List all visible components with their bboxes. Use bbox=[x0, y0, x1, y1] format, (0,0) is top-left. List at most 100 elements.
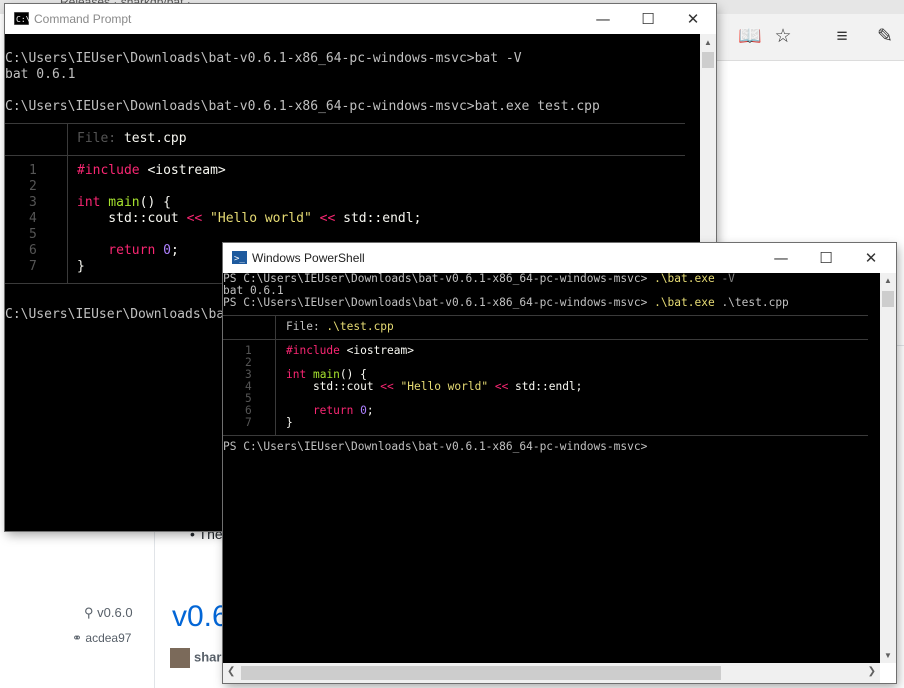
close-button[interactable]: ✕ bbox=[856, 247, 886, 269]
release-commit-label: acdea97 bbox=[85, 631, 132, 645]
line-number: 6 bbox=[29, 243, 37, 258]
reading-view-icon[interactable]: 📖 bbox=[738, 26, 762, 48]
cmd-window-title: Command Prompt bbox=[34, 12, 132, 26]
bat-grid-line bbox=[67, 123, 68, 155]
line-number: 7 bbox=[245, 416, 252, 429]
bat-grid-line bbox=[223, 435, 868, 436]
bat-file-name: .\test.cpp bbox=[326, 320, 394, 333]
ps-titlebar[interactable]: >_ Windows PowerShell — ☐ ✕ bbox=[223, 243, 896, 273]
release-title-link[interactable]: v0.6 bbox=[172, 600, 229, 634]
code-line: return 0; bbox=[286, 405, 374, 417]
bat-grid-line bbox=[67, 155, 68, 283]
svg-text:C:\: C:\ bbox=[16, 15, 29, 24]
semicolon: ; bbox=[170, 243, 179, 258]
release-author[interactable]: shar bbox=[170, 648, 221, 668]
line-number: 4 bbox=[29, 211, 37, 226]
return-keyword: return bbox=[77, 243, 156, 258]
main-rest: () { bbox=[139, 195, 171, 210]
bat-file-label: File: bbox=[286, 320, 327, 333]
stream-op: << bbox=[186, 211, 203, 226]
ps-argument: .\test.cpp bbox=[714, 296, 789, 309]
bat-file-name: test.cpp bbox=[123, 131, 187, 146]
return-value: 0 bbox=[353, 404, 367, 417]
release-commit-link[interactable]: ⚭ acdea97 bbox=[72, 631, 131, 645]
console-line: C:\Users\IEUser\Downloads\bat-v0.6.1-x86… bbox=[5, 51, 522, 66]
return-keyword: return bbox=[286, 404, 354, 417]
ps-horizontal-scrollbar[interactable]: ❮ ❯ bbox=[223, 663, 880, 683]
scrollbar-thumb[interactable] bbox=[882, 291, 894, 307]
console-line: bat 0.6.1 bbox=[5, 67, 76, 82]
cmd-titlebar[interactable]: C:\ Command Prompt — ☐ ✕ bbox=[5, 4, 716, 34]
stream-op: << bbox=[380, 380, 394, 393]
line-number: 2 bbox=[29, 179, 37, 194]
web-note-icon[interactable]: ✎ bbox=[874, 26, 896, 48]
semicolon: ; bbox=[366, 404, 374, 417]
avatar bbox=[170, 648, 190, 668]
main-function: main bbox=[100, 195, 140, 210]
code-line: std::cout << "Hello world" << std::endl; bbox=[286, 381, 582, 393]
release-tag-label: v0.6.0 bbox=[97, 605, 133, 620]
scrollbar-thumb[interactable] bbox=[702, 52, 714, 68]
release-author-name: shar bbox=[194, 649, 222, 665]
maximize-button[interactable]: ☐ bbox=[633, 8, 663, 30]
console-line: C:\Users\IEUser\Downloads\bat-v0.6.1-x86… bbox=[5, 99, 600, 114]
code-line: #include <iostream> bbox=[286, 345, 414, 357]
include-header: <iostream> bbox=[139, 163, 226, 178]
cout: std::cout bbox=[77, 211, 187, 226]
cout: std::cout bbox=[286, 380, 381, 393]
endl: std::endl; bbox=[335, 211, 422, 226]
include-keyword: #include bbox=[77, 163, 140, 178]
bat-grid-line bbox=[5, 123, 685, 124]
hello-string: "Hello world" bbox=[393, 380, 495, 393]
commit-icon: ⚭ bbox=[72, 631, 83, 645]
minimize-button[interactable]: — bbox=[588, 8, 618, 30]
ps-prompt: PS C:\Users\IEUser\Downloads\bat-v0.6.1-… bbox=[223, 296, 655, 309]
ps-console[interactable]: PS C:\Users\IEUser\Downloads\bat-v0.6.1-… bbox=[223, 273, 880, 663]
return-value: 0 bbox=[155, 243, 171, 258]
ps-vertical-scrollbar[interactable]: ▲ ▼ bbox=[880, 273, 896, 663]
bat-grid-line bbox=[5, 155, 685, 156]
code-line: } bbox=[286, 416, 293, 429]
line-number: 1 bbox=[29, 163, 37, 178]
code-line: int main() { bbox=[77, 195, 171, 211]
scrollbar-thumb[interactable] bbox=[241, 666, 721, 680]
hello-string: "Hello world" bbox=[202, 211, 320, 226]
console-line: PS C:\Users\IEUser\Downloads\bat-v0.6.1-… bbox=[223, 440, 648, 453]
ps-command: .\bat.exe bbox=[654, 273, 715, 285]
console-line: PS C:\Users\IEUser\Downloads\bat-v0.6.1-… bbox=[223, 297, 789, 309]
scroll-up-icon[interactable]: ▲ bbox=[704, 38, 712, 47]
scroll-right-icon[interactable]: ❯ bbox=[868, 666, 876, 677]
sidebar-divider bbox=[154, 520, 155, 688]
line-number: 5 bbox=[29, 227, 37, 242]
bat-grid-line bbox=[223, 315, 868, 316]
bat-grid-line bbox=[275, 315, 276, 339]
bat-grid-line bbox=[275, 339, 276, 435]
favorite-star-icon[interactable]: ☆ bbox=[772, 26, 794, 48]
browser-toolbar: 📖 ☆ ≡ ✎ bbox=[716, 14, 904, 61]
scroll-up-icon[interactable]: ▲ bbox=[884, 276, 892, 285]
hub-icon[interactable]: ≡ bbox=[831, 26, 853, 48]
cmd-app-icon: C:\ bbox=[14, 12, 29, 25]
stream-op: << bbox=[494, 380, 509, 393]
maximize-button[interactable]: ☐ bbox=[811, 247, 841, 269]
powershell-app-icon: >_ bbox=[232, 251, 247, 264]
scroll-down-icon[interactable]: ▼ bbox=[884, 651, 892, 660]
bat-file-header: File: test.cpp bbox=[77, 131, 187, 147]
ps-argument: -V bbox=[714, 273, 735, 285]
bat-grid-line bbox=[223, 339, 868, 340]
bat-file-header: File: .\test.cpp bbox=[286, 321, 394, 333]
code-line: std::cout << "Hello world" << std::endl; bbox=[77, 211, 421, 227]
svg-text:>_: >_ bbox=[234, 254, 245, 264]
powershell-window[interactable]: >_ Windows PowerShell — ☐ ✕ PS C:\Users\… bbox=[223, 243, 896, 683]
code-line: } bbox=[77, 259, 85, 274]
minimize-button[interactable]: — bbox=[766, 247, 796, 269]
code-line: return 0; bbox=[77, 243, 179, 259]
tag-icon: ⚲ bbox=[84, 605, 94, 620]
ps-window-title: Windows PowerShell bbox=[252, 251, 365, 265]
release-tag-link[interactable]: ⚲ v0.6.0 bbox=[84, 605, 133, 621]
close-button[interactable]: ✕ bbox=[678, 8, 708, 30]
endl: std::endl; bbox=[508, 380, 583, 393]
scroll-left-icon[interactable]: ❮ bbox=[227, 666, 235, 677]
console-line: C:\Users\IEUser\Downloads\ba bbox=[5, 307, 225, 322]
ps-prompt: PS C:\Users\IEUser\Downloads\bat-v0.6.1-… bbox=[223, 273, 655, 285]
